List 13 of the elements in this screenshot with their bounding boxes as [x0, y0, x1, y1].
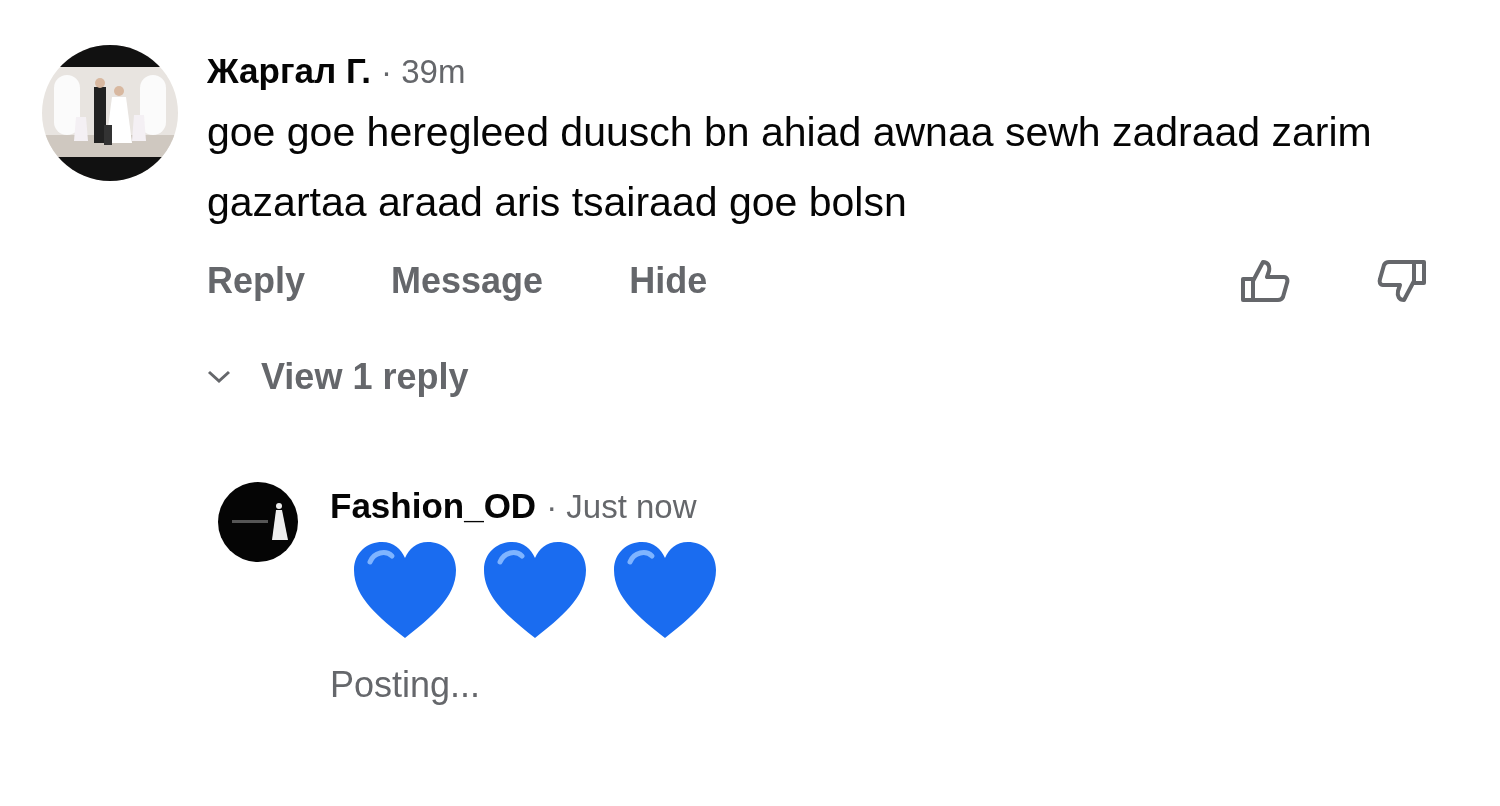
- view-replies-link[interactable]: View 1 reply: [207, 356, 469, 398]
- timestamp: · 39m: [381, 53, 466, 91]
- action-link[interactable]: Reply: [207, 260, 306, 302]
- author-name[interactable]: Fashion_OD: [330, 486, 537, 526]
- thumbs-up-icon[interactable]: [1240, 259, 1290, 303]
- comment-text: goe goe heregleed duusch bn ahiad awnaa sewh zadraad zarim gazartaa araad aris tsairaad goe bolsn: [207, 108, 1373, 227]
- thumbs-down-icon[interactable]: [1377, 259, 1427, 303]
- timestamp: · Just now: [546, 488, 697, 526]
- chevron-down-icon: [207, 370, 231, 384]
- action-link[interactable]: Hide: [629, 260, 708, 302]
- posting-status: Posting...: [330, 664, 482, 706]
- author-name[interactable]: Жаргал Г.: [207, 51, 372, 91]
- action-link[interactable]: Message: [391, 260, 544, 302]
